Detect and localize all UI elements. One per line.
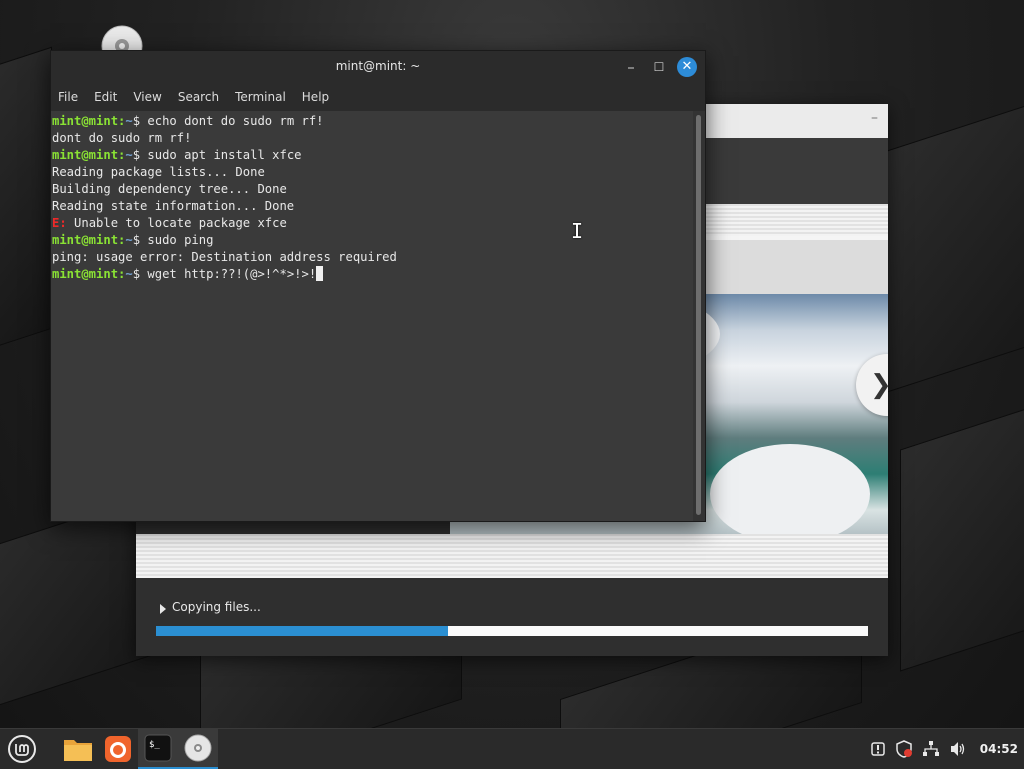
prompt-dir: ~ [125,233,133,247]
prompt-symbol: $ [132,267,148,281]
output-text: ping: usage error: Destination address r… [52,250,397,264]
system-tray: 04:52 [870,729,1018,769]
bg-tile [0,46,52,356]
menu-edit[interactable]: Edit [94,90,117,104]
menu-button[interactable] [2,729,42,769]
progress-bar-fill [156,626,448,636]
terminal-output[interactable]: mint@mint:~$ echo dont do sudo rm rf! don… [51,111,693,521]
scrollbar-thumb[interactable] [696,115,701,515]
menu-search[interactable]: Search [178,90,219,104]
terminal-launcher[interactable]: $_ [138,729,178,769]
prompt-user: mint@mint: [52,114,126,128]
notification-icon[interactable] [870,741,886,757]
minimize-icon[interactable]: – [871,110,878,126]
close-button[interactable]: ✕ [677,57,697,77]
menu-help[interactable]: Help [302,90,329,104]
terminal-menubar: File Edit View Search Terminal Help [51,83,705,111]
clock[interactable]: 04:52 [980,742,1018,756]
expander-arrow-icon [160,604,166,614]
command-text: sudo apt install xfce [147,148,302,162]
maximize-icon: ☐ [653,60,665,74]
folder-icon [64,740,92,761]
terminal-icon: $_ [144,734,172,762]
mint-menu-icon [8,735,36,763]
text-cursor-icon: I [571,219,584,243]
prompt-user: mint@mint: [52,233,126,247]
output-text: Unable to locate package xfce [66,216,287,230]
bg-tile [880,87,1024,395]
shield-update-icon[interactable] [895,740,913,758]
prompt-user: mint@mint: [52,267,126,281]
terminal-line: mint@mint:~$ wget http:??!(@>!^*>!>! [52,266,693,283]
firefox-launcher[interactable] [98,729,138,769]
svg-text:$_: $_ [149,740,160,750]
bg-tile [900,390,1024,672]
minimize-icon: ⎯ [627,60,634,74]
terminal-line: dont do sudo rm rf! [52,130,693,147]
terminal-line: Reading state information... Done [52,198,693,215]
command-text: echo dont do sudo rm rf! [147,114,324,128]
output-text: dont do sudo rm rf! [52,131,192,145]
menu-terminal[interactable]: Terminal [235,90,286,104]
terminal-line: Reading package lists... Done [52,164,693,181]
maximize-button[interactable]: ☐ [649,57,669,77]
prompt-user: mint@mint: [52,148,126,162]
cloud-shape [710,444,870,534]
terminal-line: Building dependency tree... Done [52,181,693,198]
output-text: Building dependency tree... Done [52,182,287,196]
terminal-line: mint@mint:~$ sudo apt install xfce [52,147,693,164]
progress-bar [156,626,868,636]
status-text: Copying files... [172,600,261,614]
prompt-symbol: $ [132,114,148,128]
prompt-symbol: $ [132,233,148,247]
prompt-dir: ~ [125,148,133,162]
menu-file[interactable]: File [58,90,78,104]
terminal-titlebar[interactable]: mint@mint: ~ ⎯ ☐ ✕ [51,51,705,83]
minimize-button[interactable]: ⎯ [621,57,641,77]
prompt-dir: ~ [125,114,133,128]
terminal-line: mint@mint:~$ echo dont do sudo rm rf! [52,113,693,130]
slideshow-next-button[interactable]: ❯ [856,354,888,416]
terminal-line: E: Unable to locate package xfce [52,215,693,232]
taskbar: $_ 04:52 [0,728,1024,769]
files-launcher[interactable] [58,729,98,769]
window-title: mint@mint: ~ [335,59,421,73]
installer-progress-area: Copying files... [136,578,888,656]
output-text: Reading state information... Done [52,199,295,213]
terminal-line: ping: usage error: Destination address r… [52,249,693,266]
network-icon[interactable] [922,740,940,758]
terminal-cursor [316,266,324,281]
volume-icon[interactable] [949,740,967,758]
firefox-icon [105,736,131,762]
installer-stripe [136,534,888,578]
error-prefix: E: [52,216,67,230]
terminal-scrollbar[interactable] [693,111,705,521]
details-expander[interactable]: Copying files... [160,600,261,614]
installer-launcher[interactable] [178,729,218,769]
prompt-symbol: $ [132,148,148,162]
command-text: wget http:??!(@>!^*>!>! [147,267,317,281]
terminal-line: mint@mint:~$ sudo ping [52,232,693,249]
output-text: Reading package lists... Done [52,165,265,179]
prompt-dir: ~ [125,267,133,281]
disc-icon [184,734,212,762]
command-text: sudo ping [147,233,214,247]
terminal-window: mint@mint: ~ ⎯ ☐ ✕ File Edit View Search… [50,50,706,522]
close-icon: ✕ [681,59,693,74]
menu-view[interactable]: View [133,90,161,104]
